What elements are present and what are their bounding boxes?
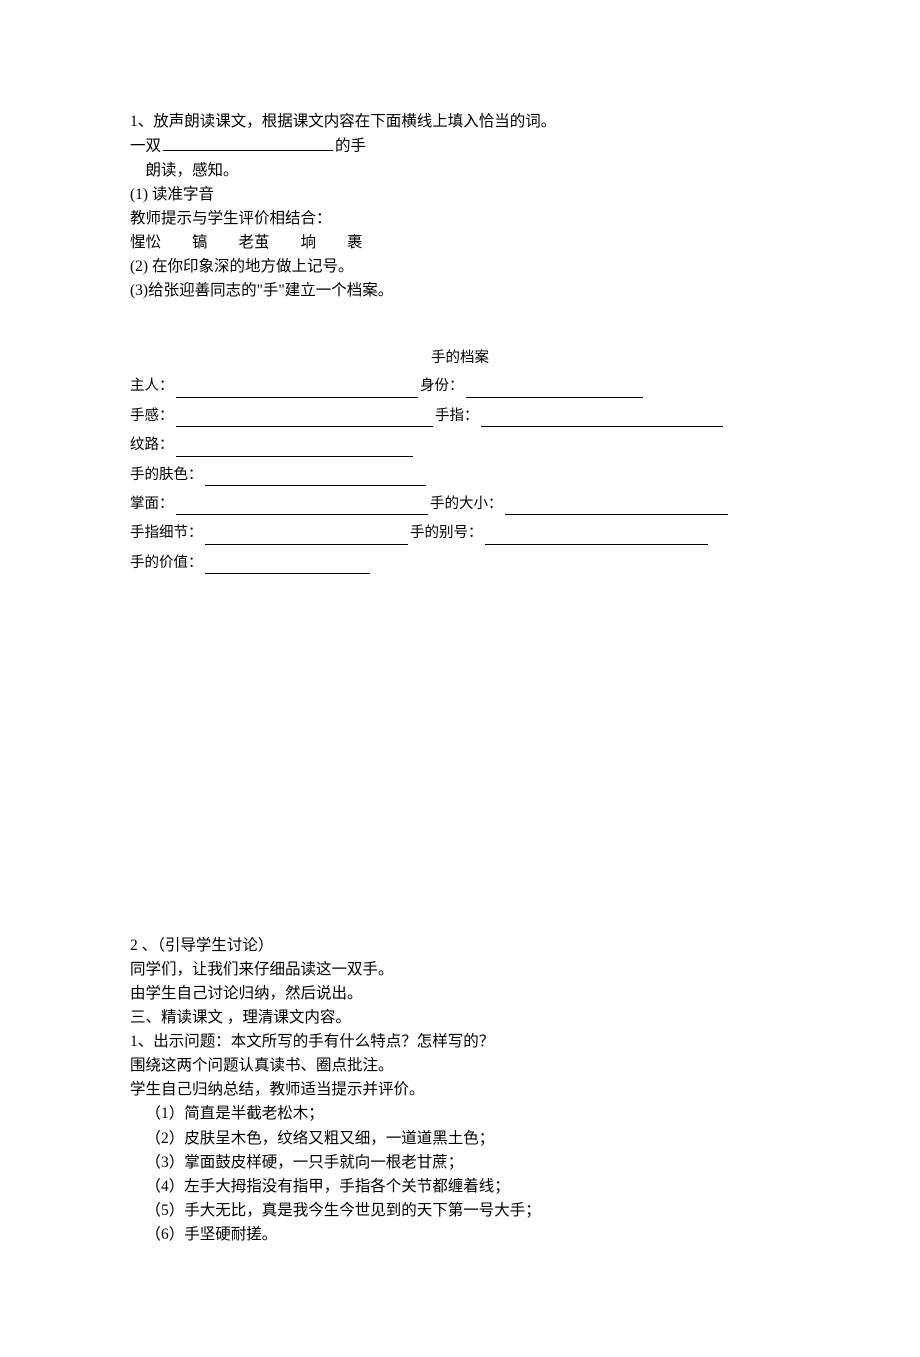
- s2-item1: （1）简直是半截老松木；: [130, 1102, 790, 1126]
- s1-line2-suffix: 的手: [335, 138, 366, 155]
- blank-nickname[interactable]: [485, 529, 709, 545]
- s2-item3: （3）掌面鼓皮样硬，一只手就向一根老甘蔗；: [130, 1151, 790, 1175]
- blank-palm[interactable]: [176, 500, 429, 516]
- label-size: 手的大小：: [430, 493, 503, 515]
- s1-line4: (1) 读准字音: [130, 183, 790, 207]
- s1-line1: 1、放声朗读课文，根据课文内容在下面横线上填入恰当的词。: [130, 110, 790, 134]
- s2-item6: （6）手坚硬耐搓。: [130, 1223, 790, 1247]
- blank-skin[interactable]: [205, 470, 427, 486]
- s2-line2: 同学们，让我们来仔细品读这一双手。: [130, 958, 790, 982]
- blank-feel[interactable]: [176, 412, 434, 428]
- blank-finger[interactable]: [481, 412, 724, 428]
- blank-texture[interactable]: [176, 441, 414, 457]
- s2-item4: （4）左手大拇指没有指甲，手指各个关节都缠着线；: [130, 1175, 790, 1199]
- s2-line5: 1、出示问题：本文所写的手有什么特点？怎样写的？: [130, 1030, 790, 1054]
- label-skin: 手的肤色：: [130, 464, 203, 486]
- s2-line4: 三、精读课文 ，理清课文内容。: [130, 1006, 790, 1030]
- hand-archive: 手的档案 主人： 身份： 手感： 手指： 纹路： 手的肤色：: [130, 347, 790, 575]
- s2-line7: 学生自己归纳总结，教师适当提示并评价。: [130, 1078, 790, 1102]
- label-identity: 身份：: [420, 375, 464, 397]
- label-detail: 手指细节：: [130, 522, 203, 544]
- s1-line2-prefix: 一双: [130, 138, 161, 155]
- blank-identity[interactable]: [466, 382, 644, 398]
- label-feel: 手感：: [130, 405, 174, 427]
- label-finger: 手指：: [435, 405, 479, 427]
- s2-line6: 围绕这两个问题认真读书、圈点批注。: [130, 1054, 790, 1078]
- s1-line7: (2) 在你印象深的地方做上记号。: [130, 255, 790, 279]
- s2-item2: （2）皮肤呈木色，纹络又粗又细，一道道黑土色；: [130, 1127, 790, 1151]
- s1-line6: 惺忪 镐 老茧 垧 裹: [130, 231, 790, 255]
- label-texture: 纹路：: [130, 434, 174, 456]
- s1-line8: (3)给张迎善同志的"手"建立一个档案。: [130, 279, 790, 303]
- s2-line3: 由学生自己讨论归纳，然后说出。: [130, 982, 790, 1006]
- blank-size[interactable]: [505, 500, 729, 516]
- label-nickname: 手的别号：: [410, 522, 483, 544]
- s1-line5: 教师提示与学生评价相结合：: [130, 207, 790, 231]
- label-palm: 掌面：: [130, 493, 174, 515]
- s1-line2: 一双 的手: [130, 134, 790, 159]
- blank-detail[interactable]: [205, 529, 409, 545]
- blank-hand-adj[interactable]: [163, 134, 333, 151]
- archive-title: 手的档案: [130, 347, 790, 369]
- blank-value[interactable]: [205, 559, 371, 575]
- s1-line3: 朗读，感知。: [130, 159, 790, 183]
- label-value: 手的价值：: [130, 552, 203, 574]
- blank-owner[interactable]: [176, 382, 419, 398]
- label-owner: 主人：: [130, 375, 174, 397]
- s2-item5: （5）手大无比，真是我今生今世见到的天下第一号大手；: [130, 1199, 790, 1223]
- s2-line1: 2 、（引导学生讨论）: [130, 934, 790, 958]
